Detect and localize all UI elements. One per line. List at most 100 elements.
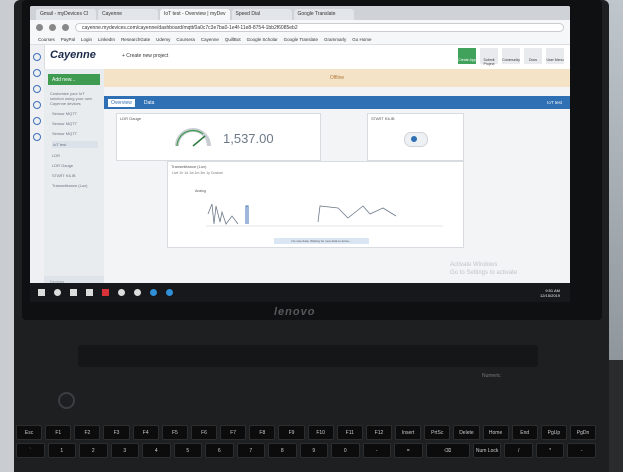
key-f10[interactable]: F10	[307, 425, 334, 440]
key-numpad-minus[interactable]: -	[567, 443, 596, 458]
bookmark-item[interactable]: LinkedIn	[98, 37, 115, 42]
key-7[interactable]: 7	[236, 443, 265, 458]
start-toggle[interactable]	[404, 132, 428, 147]
key-numpad-divide[interactable]: /	[504, 443, 533, 458]
key-f9[interactable]: F9	[278, 425, 305, 440]
rail-search-icon[interactable]	[33, 69, 41, 77]
key-1[interactable]: 1	[47, 443, 76, 458]
key-5[interactable]: 5	[173, 443, 202, 458]
bookmark-item[interactable]: Login	[81, 37, 92, 42]
reload-icon[interactable]	[62, 23, 69, 31]
rail-history-icon[interactable]	[33, 133, 41, 141]
bookmark-item[interactable]: Cayenne	[201, 37, 219, 42]
key-f4[interactable]: F4	[132, 425, 159, 440]
chrome-icon[interactable]	[118, 289, 125, 296]
key-equals[interactable]: =	[394, 443, 423, 458]
key-3[interactable]: 3	[110, 443, 139, 458]
key-f6[interactable]: F6	[190, 425, 218, 440]
app-logo[interactable]: Cayenne	[50, 49, 96, 61]
create-project-link[interactable]: + Create new project	[122, 53, 168, 59]
key-f1[interactable]: F1	[45, 425, 72, 440]
bookmark-item[interactable]: Coursera	[176, 37, 195, 42]
gauge-dial	[175, 128, 211, 147]
sidebar-item[interactable]: Sensor MQTT	[52, 111, 98, 116]
sidebar-item[interactable]: LDR Gauge	[52, 163, 98, 168]
key-0[interactable]: 0	[331, 443, 360, 458]
url-input[interactable]: cayenne.mydevices.com/cayenne/dashboard/…	[75, 22, 564, 32]
bookmark-item[interactable]: Google Scholar	[247, 37, 278, 42]
key-numlock[interactable]: Num Lock	[472, 443, 502, 458]
search-icon[interactable]	[54, 289, 61, 296]
key-8[interactable]: 8	[268, 443, 297, 458]
bookmark-item[interactable]: Go Home	[352, 37, 371, 42]
sidebar-item-selected[interactable]: IoT test	[52, 141, 98, 148]
docs-button[interactable]: Docs	[524, 48, 542, 64]
create-app-button[interactable]: Create App	[458, 48, 476, 64]
browser-tab[interactable]: Gmail - myDevices Cl	[36, 9, 96, 20]
browser-tab[interactable]: Cayenne	[98, 9, 158, 20]
header-actions: Create App Submit Project Community Docs…	[458, 48, 564, 66]
key-f11[interactable]: F11	[336, 425, 363, 440]
key-6[interactable]: 6	[205, 443, 234, 458]
browser-tab[interactable]: Speed Dial	[231, 9, 292, 20]
key-f7[interactable]: F7	[220, 425, 247, 440]
sidebar-item[interactable]: Sensor MQTT	[52, 121, 98, 126]
key-end[interactable]: End	[511, 425, 538, 440]
key-9[interactable]: 9	[299, 443, 328, 458]
bookmark-item[interactable]: ResearchGate	[121, 37, 150, 42]
rail-grid-icon[interactable]	[33, 101, 41, 109]
app-red-icon[interactable]	[102, 289, 109, 296]
key-numpad-multiply[interactable]: *	[535, 443, 565, 458]
chart-time-toolbar[interactable]: Live 1h 1d 1w 1m 3m 1y Custom	[168, 171, 463, 175]
rail-heart-icon[interactable]	[33, 117, 41, 125]
sidebar-item[interactable]: Sensor MQTT	[52, 131, 98, 136]
browser-tab-active[interactable]: IoT test - Overview | myDev	[160, 9, 230, 20]
submit-project-button[interactable]: Submit Project	[480, 48, 498, 66]
key-insert[interactable]: Insert	[395, 425, 422, 440]
chart-series-line-2	[317, 205, 397, 223]
community-button[interactable]: Community	[502, 48, 520, 64]
key-pgup[interactable]: PgUp	[540, 425, 567, 440]
sidebar-item[interactable]: Transmittance (Lux)	[52, 183, 98, 188]
app-icon[interactable]	[134, 289, 141, 296]
file-explorer-icon[interactable]	[86, 289, 93, 296]
bookmark-item[interactable]: Google Translate	[284, 37, 318, 42]
key-prtsc[interactable]: PrtSc	[424, 425, 451, 440]
key-f2[interactable]: F2	[74, 425, 101, 440]
app-blue-icon[interactable]	[166, 289, 173, 296]
windows-start-icon[interactable]	[38, 289, 45, 296]
key-esc[interactable]: Esc	[16, 425, 43, 440]
add-new-button[interactable]: Add new...	[48, 74, 100, 85]
bookmark-item[interactable]: Udemy	[156, 37, 170, 42]
edge-icon[interactable]	[150, 289, 157, 296]
user-menu-button[interactable]: User Menu	[546, 48, 564, 64]
key-backspace[interactable]: ⌫	[425, 443, 470, 458]
rail-play-icon[interactable]	[33, 85, 41, 93]
key-2[interactable]: 2	[79, 443, 108, 458]
key-delete[interactable]: Delete	[453, 425, 480, 440]
taskbar-clock[interactable]: 9:51 AM 12/15/2019	[540, 288, 560, 298]
sidebar-item[interactable]: LDR	[52, 153, 98, 158]
key-f3[interactable]: F3	[103, 425, 130, 440]
key-pgdn[interactable]: PgDn	[569, 425, 597, 440]
key-f5[interactable]: F5	[161, 425, 188, 440]
key-home[interactable]: Home	[482, 425, 509, 440]
task-view-icon[interactable]	[70, 289, 77, 296]
bookmark-item[interactable]: QuillBot	[225, 37, 241, 42]
forward-icon[interactable]	[49, 23, 56, 31]
tab-overview[interactable]: Overview	[108, 98, 135, 107]
bookmark-item[interactable]: PayPal	[61, 37, 75, 42]
sidebar-item[interactable]: START KILIB	[52, 173, 98, 178]
key-f12[interactable]: F12	[365, 425, 393, 440]
key-backtick[interactable]: `	[16, 443, 45, 458]
key-4[interactable]: 4	[142, 443, 171, 458]
key-f8[interactable]: F8	[249, 425, 276, 440]
bookmark-item[interactable]: Grammarly	[324, 37, 346, 42]
tab-data[interactable]: Data	[141, 99, 158, 107]
key-minus[interactable]: -	[362, 443, 391, 458]
bookmark-item[interactable]: Courses	[38, 37, 55, 42]
browser-tab[interactable]: Google Translate	[293, 9, 354, 20]
rail-home-icon[interactable]	[33, 53, 41, 61]
power-button-icon[interactable]	[58, 392, 75, 409]
back-icon[interactable]	[36, 23, 43, 31]
